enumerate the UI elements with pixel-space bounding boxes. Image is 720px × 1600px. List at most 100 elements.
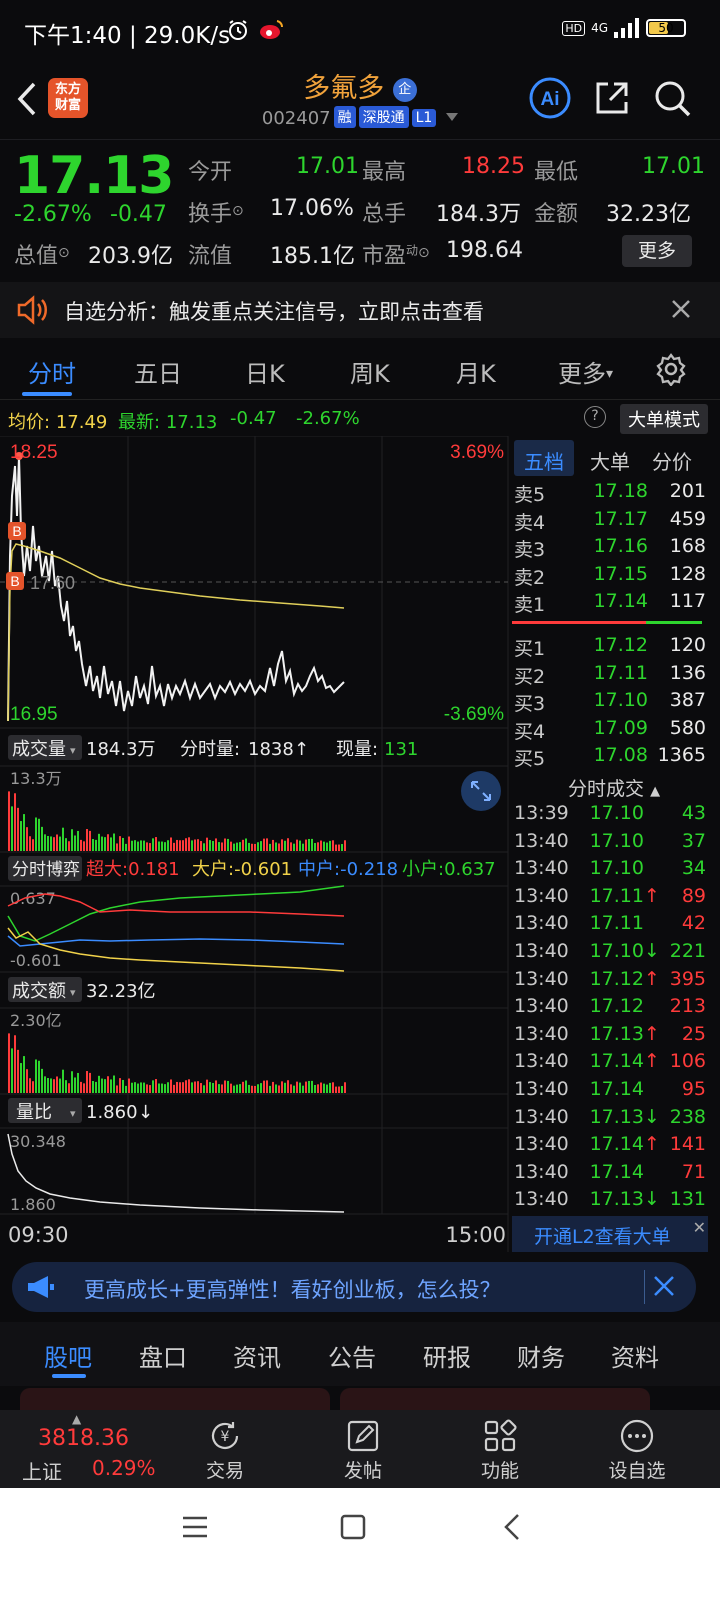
volume-bar — [170, 1079, 172, 1093]
ask-row[interactable]: 卖1 17.14 117 — [512, 590, 706, 617]
tab-weekly-k[interactable]: 周K — [350, 354, 390, 389]
volume-bar — [155, 1079, 157, 1093]
trade-price: 17.12 — [589, 995, 644, 1018]
home-icon[interactable] — [338, 1512, 368, 1546]
menu-icon[interactable] — [180, 1512, 210, 1546]
info-icon: ⊙ — [232, 203, 244, 219]
trades-title[interactable]: 分时成交 ▲ — [568, 774, 660, 801]
volume-bar — [284, 1082, 286, 1093]
volume-bar — [170, 837, 172, 851]
volume-bar — [125, 1085, 127, 1093]
status-bar: 下午1:40 | 29.0K/s HD 4G 50 — [0, 0, 720, 62]
book-volume: 136 — [669, 661, 706, 684]
volume-bar — [53, 1079, 55, 1093]
volume-bar — [146, 1084, 148, 1093]
book-tab-price[interactable]: 分价 — [652, 446, 692, 475]
tab-research[interactable]: 研报 — [423, 1338, 471, 1373]
volume-bar — [50, 1078, 52, 1093]
index-name[interactable]: 上证 — [22, 1456, 62, 1485]
alert-banner[interactable]: 自选分析：触发重点关注信号，立即点击查看 — [0, 282, 720, 338]
bid-row[interactable]: 买5 17.08 1365 — [512, 744, 706, 771]
trade-volume: 95 — [681, 1078, 706, 1100]
trade-volume: 37 — [681, 829, 706, 852]
alarm-icon — [226, 18, 250, 46]
tab-intraday[interactable]: 分时 — [28, 354, 76, 389]
tab-news[interactable]: 资讯 — [233, 1338, 281, 1373]
tab-daily-k[interactable]: 日K — [245, 354, 285, 389]
volume-bar — [284, 840, 286, 851]
volume-bar — [113, 833, 115, 851]
trade-row: 13:40 17.13 ↓ 238 — [512, 1106, 706, 1133]
settings-icon[interactable] — [654, 352, 688, 390]
volume-bar — [17, 807, 19, 851]
tab-monthly-k[interactable]: 月K — [456, 354, 496, 389]
intraday-chart[interactable]: B B 18.25 16.95 3.69% -3.69% 17.60 成交量 ▾… — [0, 436, 510, 1252]
index-pct[interactable]: 0.29% — [92, 1456, 156, 1480]
volume-bar — [80, 839, 82, 851]
l2-close-icon[interactable]: ✕ — [693, 1218, 706, 1237]
ask-row[interactable]: 卖3 17.16 168 — [512, 535, 706, 562]
volume-bar — [173, 842, 175, 851]
bid-row[interactable]: 买2 17.11 136 — [512, 662, 706, 689]
share-icon[interactable] — [592, 78, 632, 122]
low-value: 17.01 — [642, 154, 705, 179]
post-button[interactable]: 发帖 — [318, 1418, 408, 1483]
search-icon[interactable] — [652, 78, 692, 122]
volume-bar — [272, 839, 274, 851]
volume-bar — [344, 840, 346, 851]
volume-bar — [272, 1081, 274, 1093]
volume-bar — [167, 840, 169, 851]
index-value[interactable]: 3818.36 — [38, 1426, 129, 1451]
volume-bar — [74, 1077, 76, 1093]
tab-financials[interactable]: 财务 — [517, 1338, 565, 1373]
super-line — [7, 893, 345, 917]
info-icon: ⊙ — [58, 245, 70, 261]
trade-time: 13:40 — [514, 1022, 569, 1045]
trade-button[interactable]: ¥ 交易 — [180, 1418, 270, 1483]
big-order-mode-button[interactable]: 大单模式 — [620, 404, 708, 434]
close-icon[interactable] — [670, 298, 692, 324]
ai-icon[interactable]: Ai — [528, 76, 572, 124]
book-tab-big[interactable]: 大单 — [590, 446, 630, 475]
ask-row[interactable]: 卖4 17.17 459 — [512, 508, 706, 535]
tab-more[interactable]: 更多▾ — [558, 354, 613, 389]
ad-close-icon[interactable] — [652, 1274, 676, 1302]
latest-chg: -0.47 — [230, 408, 277, 429]
book-volume: 1365 — [657, 744, 706, 766]
trade-time: 13:40 — [514, 1105, 569, 1128]
megaphone-icon — [26, 1274, 56, 1304]
expand-icon[interactable] — [461, 771, 501, 811]
functions-button[interactable]: 功能 — [455, 1418, 545, 1483]
book-level: 买3 — [514, 693, 546, 715]
game-chip: 分时博弈 — [12, 860, 80, 880]
trade-arrow-icon: ↑ — [644, 884, 660, 907]
volume-bar — [152, 838, 154, 851]
volume-now: 131 — [384, 739, 418, 760]
tab-forum[interactable]: 股吧 — [44, 1338, 92, 1373]
help-icon[interactable]: ? — [584, 406, 606, 428]
l2-banner[interactable]: 开通L2查看大单 ✕ — [512, 1216, 708, 1252]
bid-row[interactable]: 买1 17.12 120 — [512, 634, 706, 661]
buy-marker: B — [8, 522, 26, 540]
tab-orderbook[interactable]: 盘口 — [139, 1338, 187, 1373]
volume-bar — [299, 1082, 301, 1093]
ask-row[interactable]: 卖5 17.18 201 — [512, 480, 706, 507]
volume-bar — [338, 1086, 340, 1093]
volume-bar — [227, 1080, 229, 1093]
tab-five-day[interactable]: 五日 — [134, 354, 182, 389]
ask-row[interactable]: 卖2 17.15 128 — [512, 563, 706, 590]
more-button[interactable]: 更多 — [622, 235, 692, 267]
volume-bar — [176, 1081, 178, 1093]
trade-price: 17.10 ↓ — [589, 940, 660, 962]
bid-row[interactable]: 买3 17.10 387 — [512, 689, 706, 716]
tab-announcements[interactable]: 公告 — [328, 1338, 376, 1373]
turnover-value: 17.06% — [270, 196, 354, 221]
add-watchlist-button[interactable]: 设自选 — [592, 1418, 682, 1483]
book-tab-five[interactable]: 五档 — [524, 446, 564, 475]
back-nav-icon[interactable] — [498, 1512, 528, 1546]
tab-profile[interactable]: 资料 — [611, 1338, 659, 1373]
trade-volume: 213 — [669, 995, 706, 1018]
bid-row[interactable]: 买4 17.09 580 — [512, 717, 706, 744]
ad-banner[interactable]: 更高成长+更高弹性！看好创业板，怎么投？ — [12, 1262, 696, 1312]
volume-bar — [104, 837, 106, 851]
